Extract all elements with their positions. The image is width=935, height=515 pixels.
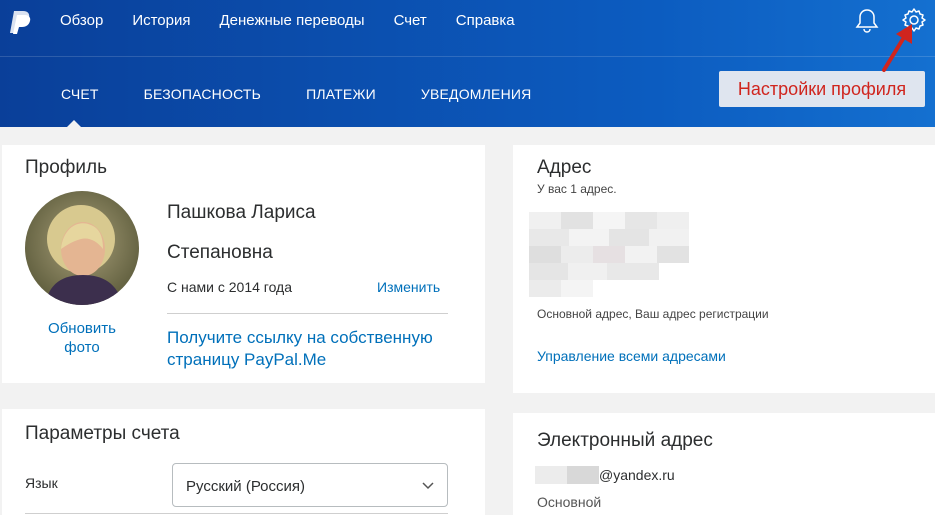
- language-select[interactable]: Русский (Россия): [172, 463, 448, 507]
- tab-account[interactable]: Счет: [61, 86, 99, 102]
- avatar[interactable]: [25, 191, 139, 305]
- nav-item-account[interactable]: Счет: [394, 12, 427, 29]
- tab-security[interactable]: Безопасность: [144, 86, 261, 102]
- nav-item-transfers[interactable]: Денежные переводы: [220, 12, 365, 29]
- address-count: У вас 1 адрес.: [537, 182, 617, 196]
- account-settings-card: Параметры счета Язык Русский (Россия): [2, 409, 485, 515]
- language-label: Язык: [25, 475, 58, 491]
- email-domain: @yandex.ru: [599, 467, 675, 483]
- header: Обзор История Денежные переводы Счет Спр…: [0, 0, 935, 134]
- paypal-me-link[interactable]: Получите ссылку на собственную страницу …: [167, 327, 457, 371]
- manage-addresses-link[interactable]: Управление всеми адресами: [537, 348, 726, 364]
- name-line-2: Степановна: [167, 242, 273, 263]
- email-address: @yandex.ru: [535, 466, 675, 484]
- tab-payments[interactable]: Платежи: [306, 86, 376, 102]
- update-photo-link[interactable]: Обновить фото: [42, 319, 122, 357]
- language-value: Русский (Россия): [186, 478, 306, 495]
- email-card: Электронный адрес @yandex.ru Основной: [513, 413, 935, 515]
- member-since: С нами с 2014 года: [167, 279, 293, 295]
- divider: [167, 313, 448, 314]
- divider: [25, 513, 448, 514]
- main-nav: Обзор История Денежные переводы Счет Спр…: [60, 12, 515, 29]
- name-line-1: Пашкова Лариса: [167, 202, 316, 223]
- profile-settings-callout: Настройки профиля: [719, 71, 925, 107]
- redacted-email-user: [535, 466, 599, 484]
- paypal-logo-icon[interactable]: [8, 9, 34, 35]
- bell-icon[interactable]: [855, 8, 879, 34]
- profile-card: Профиль Обновить фото Пашкова Лариса Сте…: [2, 145, 485, 383]
- red-arrow-icon: [882, 24, 912, 72]
- chevron-down-icon: [422, 482, 434, 490]
- active-tab-indicator: [60, 120, 88, 134]
- nav-item-history[interactable]: История: [132, 12, 190, 29]
- address-note: Основной адрес, Ваш адрес регистрации: [537, 307, 769, 321]
- nav-item-overview[interactable]: Обзор: [60, 12, 103, 29]
- top-navigation-bar: Обзор История Денежные переводы Счет Спр…: [0, 0, 935, 57]
- email-primary-label: Основной: [537, 494, 602, 510]
- redacted-address: [529, 212, 689, 298]
- address-title: Адрес: [537, 157, 592, 178]
- profile-title: Профиль: [25, 157, 108, 178]
- account-settings-title: Параметры счета: [25, 423, 180, 444]
- address-card: Адрес У вас 1 адрес. Основной адрес, Ваш…: [513, 145, 935, 393]
- email-title: Электронный адрес: [537, 430, 713, 451]
- account-subnav: Счет Безопасность Платежи Уведомления: [61, 86, 576, 102]
- nav-item-help[interactable]: Справка: [456, 12, 515, 29]
- tab-notifications[interactable]: Уведомления: [421, 86, 532, 102]
- change-name-link[interactable]: Изменить: [377, 279, 440, 295]
